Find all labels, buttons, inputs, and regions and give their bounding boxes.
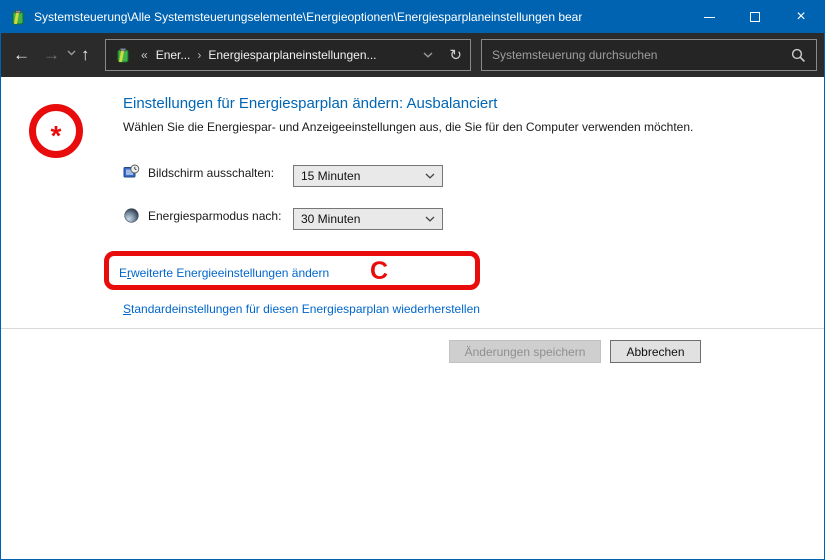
restore-defaults-link[interactable]: Standardeinstellungen für diesen Energie… <box>123 302 480 316</box>
breadcrumb-energieoptionen[interactable]: Ener... <box>154 48 193 62</box>
annotation-rectangle <box>104 251 480 290</box>
forward-button[interactable]: → <box>43 45 60 65</box>
chevron-down-icon <box>423 52 433 58</box>
divider <box>1 328 824 329</box>
chevron-down-icon <box>425 173 435 179</box>
breadcrumb-overflow[interactable]: « <box>137 48 154 62</box>
annotation-circle: * <box>29 104 83 158</box>
annotation-asterisk: * <box>51 120 62 152</box>
minimize-icon <box>704 17 715 18</box>
maximize-icon <box>750 12 760 22</box>
search-icon[interactable] <box>791 48 806 63</box>
power-options-icon <box>114 47 131 64</box>
annotation-letter-c: C <box>370 257 388 286</box>
minimize-button[interactable] <box>686 1 732 33</box>
link-text: tandardeinstellungen für diesen Energies… <box>131 302 480 316</box>
main-content: Einstellungen für Energiesparplan ändern… <box>1 77 824 560</box>
address-dropdown-button[interactable] <box>423 52 433 58</box>
chevron-down-icon <box>67 50 76 56</box>
close-button[interactable]: × <box>778 1 824 33</box>
sleep-row: Energiesparmodus nach: <box>123 207 281 224</box>
power-options-icon <box>9 9 26 26</box>
close-icon: × <box>796 9 805 25</box>
app-window: Systemsteuerung\Alle Systemsteuerungsele… <box>0 0 825 560</box>
save-changes-button[interactable]: Änderungen speichern <box>449 340 601 363</box>
back-button[interactable]: ← <box>13 45 30 65</box>
page-title: Einstellungen für Energiesparplan ändern… <box>123 95 497 112</box>
breadcrumb-energiesparplaneinstellungen[interactable]: Energiesparplaneinstellungen... <box>206 48 378 62</box>
window-title: Systemsteuerung\Alle Systemsteuerungsele… <box>34 10 582 24</box>
link-accelerator: S <box>123 302 131 316</box>
sleep-label: Energiesparmodus nach: <box>148 209 281 223</box>
display-timeout-icon <box>123 164 140 181</box>
title-bar: Systemsteuerung\Alle Systemsteuerungsele… <box>1 1 824 33</box>
refresh-button[interactable]: ↻ <box>449 48 462 63</box>
address-bar[interactable]: « Ener... › Energiesparplaneinstellungen… <box>105 39 471 71</box>
recent-pages-dropdown[interactable] <box>67 50 76 56</box>
display-off-value: 15 Minuten <box>301 169 360 183</box>
up-button[interactable]: ↑ <box>81 45 90 65</box>
display-off-label: Bildschirm ausschalten: <box>148 166 274 180</box>
chevron-down-icon <box>425 216 435 222</box>
display-off-row: Bildschirm ausschalten: <box>123 164 274 181</box>
page-subtitle: Wählen Sie die Energiespar- und Anzeigee… <box>123 120 693 134</box>
cancel-button[interactable]: Abbrechen <box>610 340 701 363</box>
search-box <box>481 39 817 71</box>
sleep-icon <box>123 207 140 224</box>
sleep-value: 30 Minuten <box>301 212 360 226</box>
sleep-select[interactable]: 30 Minuten <box>293 208 443 230</box>
breadcrumb-separator-icon: › <box>192 48 206 62</box>
display-off-select[interactable]: 15 Minuten <box>293 165 443 187</box>
maximize-button[interactable] <box>732 1 778 33</box>
search-input[interactable] <box>482 48 791 62</box>
